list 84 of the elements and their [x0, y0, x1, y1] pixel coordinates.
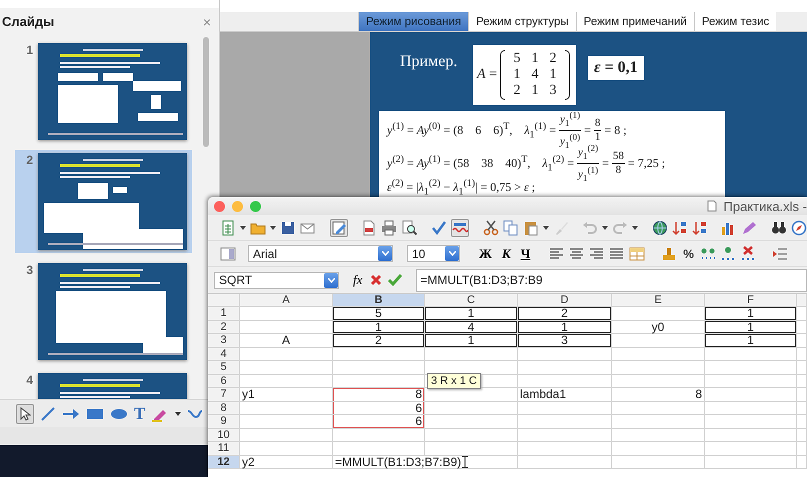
table-cell: 1 — [705, 334, 797, 348]
panel-title: Слайды — [2, 14, 54, 29]
fraction-numerator: 58 — [612, 150, 625, 164]
formula-text: = 8 ; — [603, 123, 627, 138]
table-cell: 1 — [425, 307, 518, 320]
matrix-entry: 2 — [512, 83, 522, 99]
name-box[interactable]: SQRT — [214, 272, 339, 288]
column-header[interactable]: B — [333, 294, 425, 307]
matrix-entry: 4 — [530, 67, 540, 83]
underline-button[interactable]: Ч — [518, 246, 534, 262]
table-cell: 6 — [333, 402, 425, 415]
table-cell: 8 — [612, 388, 705, 402]
table-cell: 3 — [518, 334, 612, 348]
table-cell: 1 — [705, 307, 797, 320]
formula-text: y$^{(2)}$ = Ay$^{(1)}$ = (58 38 40)$^{T}$, λ$_{1}$$^{(2)}$ = — [387, 154, 575, 174]
table-cell: 4 — [425, 320, 518, 334]
matrix-entry: 5 — [512, 51, 522, 67]
formula-input[interactable]: =MMULT(B1:D3;B7:B9 — [416, 268, 807, 292]
row-header[interactable]: 10 — [208, 428, 240, 442]
matrix-entry: 1 — [512, 67, 522, 83]
function-wizard-button[interactable]: fx — [351, 272, 364, 288]
row-header[interactable]: 2 — [208, 320, 240, 334]
table-cell: 1 — [425, 334, 518, 348]
row-header[interactable]: 5 — [208, 361, 240, 374]
example-label: Пример. — [400, 53, 458, 71]
table-cell: y2 — [240, 456, 333, 469]
table-cell: 1 — [705, 320, 797, 334]
view-tab[interactable]: Режим рисования — [358, 12, 468, 31]
column-header[interactable]: C — [425, 294, 518, 307]
row-header[interactable]: 8 — [208, 402, 240, 415]
table-cell: 6 — [333, 415, 425, 428]
italic-button[interactable]: К — [498, 246, 514, 262]
slide-number: 1 — [25, 43, 33, 59]
cell-input[interactable]: =MMULT(B1:D3;B7:B9) — [335, 456, 462, 468]
view-tab[interactable]: Режим тезис — [694, 12, 776, 31]
text-tool[interactable]: T — [134, 404, 146, 424]
formula-text: ε$^{(2)}$ = |λ$_{1}$$^{(2)}$ − λ$_{1}$$^{(1)}$| = 0,75 > ε ; — [387, 178, 536, 198]
bold-button[interactable]: Ж — [476, 246, 495, 262]
table-cell: 5 — [333, 307, 425, 320]
formula-text: = 7,25 ; — [626, 156, 666, 171]
row-header[interactable]: 1 — [208, 307, 240, 320]
table-cell: 8 — [333, 388, 425, 402]
table-cell: 1 — [518, 320, 612, 334]
fraction-numerator: 8 — [594, 117, 602, 131]
fraction-denominator: 8 — [616, 164, 622, 177]
column-header[interactable]: F — [705, 294, 797, 307]
matrix-entry: 1 — [530, 83, 540, 99]
matrix-entry: 2 — [548, 51, 558, 67]
row-header[interactable]: 7 — [208, 388, 240, 402]
matrix-entry: 1 — [548, 67, 558, 83]
font-size-field[interactable]: 10 — [407, 245, 460, 262]
slide-number: 3 — [25, 263, 33, 279]
slide-number: 2 — [25, 153, 33, 169]
table-cell: 2 — [518, 307, 612, 320]
table-cell: 2 — [333, 334, 425, 348]
table-cell: lambda1 — [518, 388, 612, 402]
table-cell: 1 — [333, 320, 425, 334]
formula-text: = — [583, 123, 592, 138]
window-title: Практика.xls - — [724, 198, 807, 214]
tooltip: 3 R x 1 C — [427, 373, 481, 389]
row-header[interactable]: 12 — [208, 456, 240, 469]
matrix-entry: 3 — [548, 83, 558, 99]
row-header[interactable]: 9 — [208, 415, 240, 428]
column-header[interactable]: D — [518, 294, 612, 307]
row-header[interactable]: 4 — [208, 348, 240, 361]
row-header[interactable]: 6 — [208, 374, 240, 388]
matrix-entry: 1 — [530, 51, 540, 67]
font-name-field[interactable]: Arial — [248, 245, 393, 262]
table-cell: y0 — [612, 320, 705, 334]
epsilon-box: ε = 0,1 — [588, 56, 644, 80]
matrix-label: A = — [477, 67, 497, 83]
percent-button[interactable]: % — [681, 246, 696, 260]
row-header[interactable]: 3 — [208, 334, 240, 348]
slide-number: 4 — [25, 373, 33, 389]
row-header[interactable]: 11 — [208, 442, 240, 456]
view-tab[interactable]: Режим структуры — [468, 12, 576, 31]
column-header[interactable]: E — [612, 294, 705, 307]
formula-text: = — [601, 156, 610, 171]
table-cell: A — [240, 334, 333, 348]
view-tab[interactable]: Режим примечаний — [576, 12, 694, 31]
slide-item[interactable]: 2 — [15, 150, 192, 253]
fraction-denominator: 1 — [594, 131, 600, 144]
formula-text: y$^{(1)}$ = Ay$^{(0)}$ = (8 6 6)$^{T}$, λ$_{1}$$^{(1)}$ = — [387, 120, 557, 140]
table-cell: y1 — [240, 388, 333, 402]
